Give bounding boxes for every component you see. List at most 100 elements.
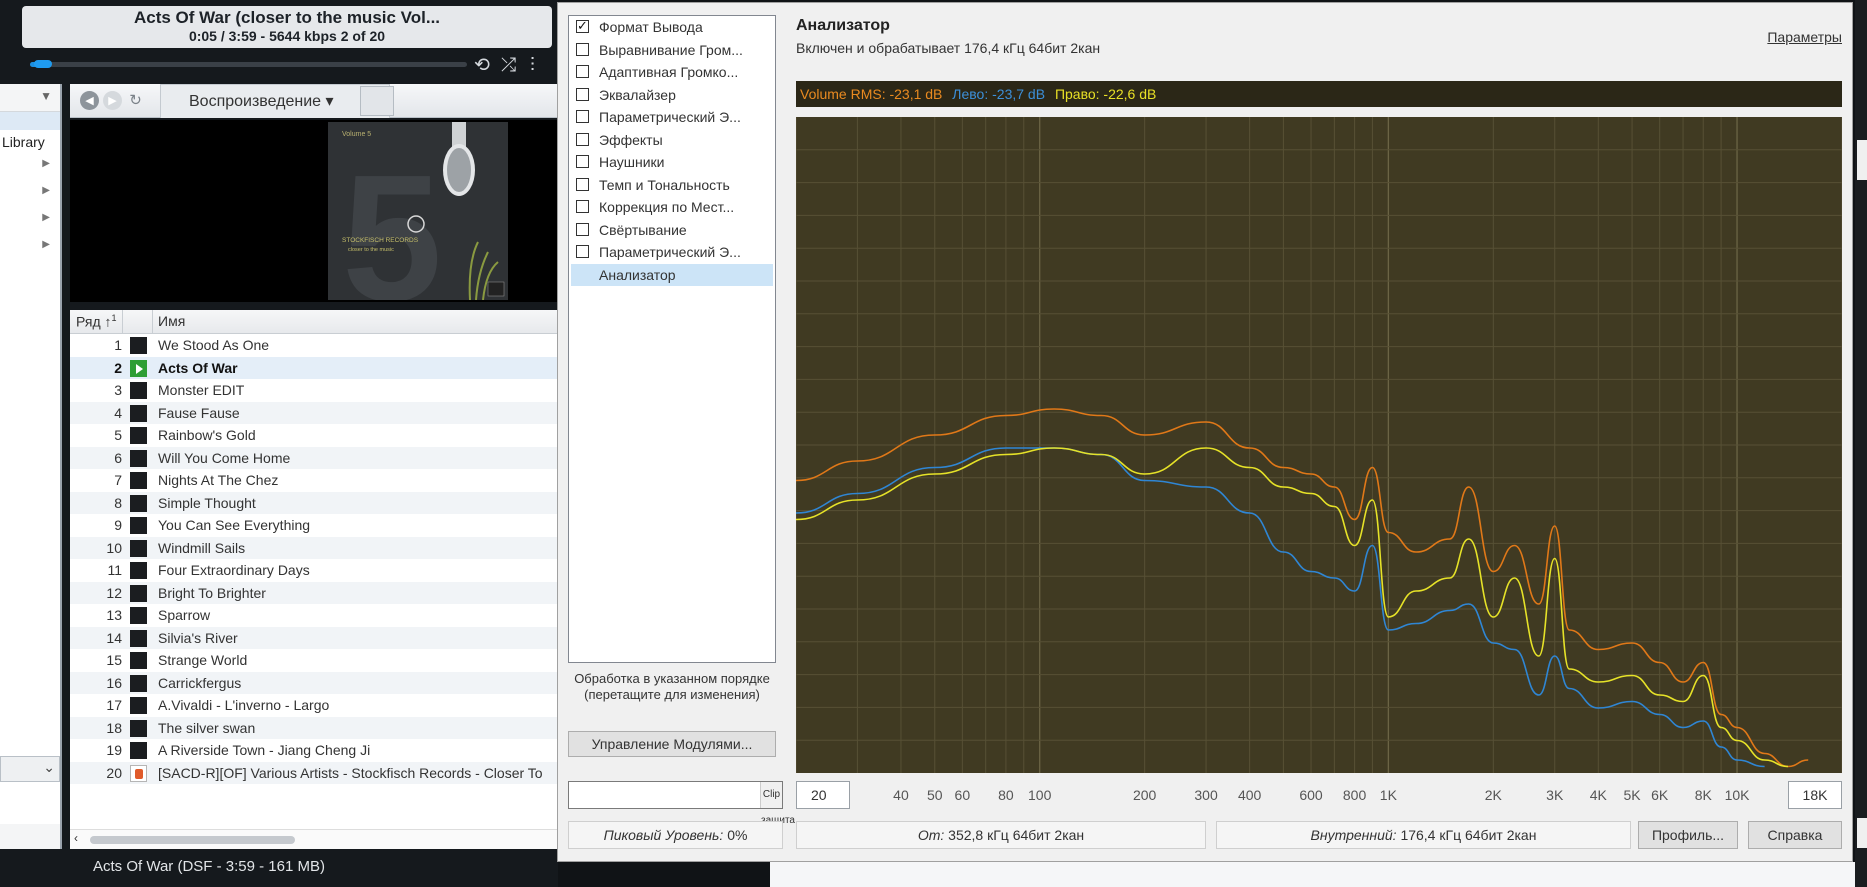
browser-toolbar: ◀ ▶ ↻ Воспроизведение ▾ xyxy=(70,84,558,118)
expand-arrow-icon[interactable]: ▶ xyxy=(0,177,60,204)
profile-button[interactable]: Профиль... xyxy=(1638,821,1738,849)
table-row[interactable]: 1 We Stood As One xyxy=(70,334,558,357)
forward-icon[interactable]: ▶ xyxy=(103,91,122,110)
tree-scrollbar[interactable] xyxy=(0,824,60,849)
table-row[interactable]: 8 Simple Thought xyxy=(70,491,558,514)
table-row[interactable]: 10 Windmill Sails xyxy=(70,536,558,559)
scroll-left-icon[interactable]: ‹ xyxy=(74,831,78,845)
tab-playback[interactable]: Воспроизведение ▾ xyxy=(160,84,390,118)
tree-selected-item[interactable] xyxy=(0,112,60,130)
module-label: Эффекты xyxy=(599,131,663,148)
table-row[interactable]: 3 Monster EDIT xyxy=(70,379,558,402)
expand-arrow-icon[interactable]: ▶ xyxy=(0,204,60,231)
module-checkbox[interactable] xyxy=(576,245,589,258)
module-checkbox[interactable] xyxy=(576,132,589,146)
module-checkbox[interactable] xyxy=(576,16,589,38)
shuffle-icon[interactable]: ⤮ xyxy=(501,54,516,76)
module-checkbox[interactable] xyxy=(576,65,589,78)
clip-select-value: Clip защита xyxy=(760,782,795,826)
dsp-module-item[interactable]: Свёртывание xyxy=(569,219,775,242)
track-name: Four Extraordinary Days xyxy=(158,562,310,578)
playlist-hscrollbar[interactable]: ‹ xyxy=(70,829,558,849)
library-tree: ▼ Library ▶ ▶ ▶ ▶ ⌄ xyxy=(0,84,62,849)
module-label: Коррекция по Мест... xyxy=(599,199,735,215)
track-number: 9 xyxy=(114,517,122,533)
column-header-num[interactable]: Ряд ↑1 xyxy=(76,313,117,330)
cover-label-1: STOCKFISCH RECORDS xyxy=(342,237,419,244)
dsp-module-item[interactable]: Эквалайзер xyxy=(569,84,775,107)
module-checkbox[interactable] xyxy=(576,200,589,213)
expand-arrow-icon[interactable]: ▶ xyxy=(0,150,60,177)
track-thumbnail-icon xyxy=(130,472,147,489)
table-row[interactable]: 19 A Riverside Town - Jiang Cheng Ji xyxy=(70,739,558,762)
dsp-module-item[interactable]: Параметрический Э... xyxy=(569,106,775,129)
table-row[interactable]: 18 The silver swan xyxy=(70,716,558,739)
spectrum-chart xyxy=(796,117,1842,773)
module-checkbox[interactable] xyxy=(576,155,589,168)
table-row[interactable]: 17 A.Vivaldi - L'inverno - Largo xyxy=(70,694,558,717)
expand-arrow-icon[interactable]: ▶ xyxy=(0,231,60,258)
table-row[interactable]: 9 You Can See Everything xyxy=(70,514,558,537)
seek-bar[interactable] xyxy=(30,62,467,67)
freq-max-input[interactable]: 18K xyxy=(1788,781,1842,809)
module-checkbox[interactable] xyxy=(576,110,589,123)
track-thumbnail-icon xyxy=(130,742,147,759)
dsp-module-item-analyzer[interactable]: Анализатор xyxy=(571,263,773,286)
module-checkbox[interactable] xyxy=(576,42,589,56)
tab-blank[interactable] xyxy=(360,86,394,116)
dsp-module-item[interactable]: Формат Вывода xyxy=(569,16,775,39)
track-name: Strange World xyxy=(158,652,248,668)
dsp-module-item[interactable]: Параметрический Э... xyxy=(569,241,775,264)
track-thumbnail-icon xyxy=(130,449,147,467)
column-header-name[interactable]: Имя xyxy=(158,313,185,329)
module-checkbox[interactable] xyxy=(576,222,589,236)
track-name: You Can See Everything xyxy=(158,517,311,533)
module-checkbox[interactable] xyxy=(576,177,589,191)
table-row[interactable]: 6 Will You Come Home xyxy=(70,446,558,469)
cover-big-number: 5 xyxy=(342,138,442,300)
track-thumbnail-icon xyxy=(130,764,147,782)
tree-dropdown[interactable]: ▼ xyxy=(0,84,60,112)
help-button[interactable]: Справка xyxy=(1748,821,1842,849)
table-row[interactable]: 4 Fause Fause xyxy=(70,401,558,424)
parameters-link[interactable]: Параметры xyxy=(1767,29,1842,45)
dsp-module-item[interactable]: Коррекция по Мест... xyxy=(569,196,775,219)
equalizer-icon[interactable]: ⫶ xyxy=(530,54,535,76)
scrollbar-thumb[interactable] xyxy=(90,836,295,844)
track-name: Rainbow's Gold xyxy=(158,427,256,443)
table-row[interactable]: 20 [SACD-R][OF] Various Artists - Stockfi… xyxy=(70,761,558,784)
table-row[interactable]: 7 Nights At The Chez xyxy=(70,469,558,492)
track-thumbnail-icon xyxy=(130,337,147,354)
dsp-module-item[interactable]: Темп и Тональность xyxy=(569,174,775,197)
back-icon[interactable]: ◀ xyxy=(80,91,99,110)
refresh-icon[interactable]: ↻ xyxy=(126,91,145,110)
table-row[interactable]: 15 Strange World xyxy=(70,649,558,672)
table-row[interactable]: 14 Silvia's River xyxy=(70,626,558,649)
tree-bottom-combo[interactable]: ⌄ xyxy=(0,756,60,782)
table-row[interactable]: 5 Rainbow's Gold xyxy=(70,424,558,447)
now-playing-title: Acts Of War (closer to the music Vol... xyxy=(133,8,441,27)
dsp-module-item[interactable]: Адаптивная Громко... xyxy=(569,61,775,84)
clip-protection-select[interactable]: Clip защита xyxy=(568,781,795,826)
table-row[interactable]: 11 Four Extraordinary Days xyxy=(70,559,558,582)
table-row[interactable]: 16 Carrickfergus xyxy=(70,671,558,694)
dsp-module-item[interactable]: Выравнивание Гром... xyxy=(569,39,775,62)
repeat-icon[interactable]: ⟲ xyxy=(474,54,490,76)
table-row[interactable]: 2 Acts Of War xyxy=(70,356,558,379)
cover-volume-label: Volume 5 xyxy=(342,131,371,138)
manage-modules-button[interactable]: Управление Модулями... xyxy=(568,731,776,757)
seek-knob[interactable] xyxy=(34,60,52,68)
module-checkbox[interactable] xyxy=(576,87,589,101)
tree-item-library[interactable]: Library xyxy=(0,134,60,150)
dsp-module-item[interactable]: Наушники xyxy=(569,151,775,174)
peak-level-field: Пиковый Уровень: 0% xyxy=(568,821,783,849)
table-row[interactable]: 13 Sparrow xyxy=(70,604,558,627)
dsp-module-item[interactable]: Эффекты xyxy=(569,129,775,152)
frequency-tick-label: 100 xyxy=(1028,787,1052,803)
table-row[interactable]: 12 Bright To Brighter xyxy=(70,581,558,604)
module-label: Выравнивание Гром... xyxy=(599,41,743,58)
freq-min-input[interactable]: 20 xyxy=(796,781,850,809)
internal-value: 176,4 кГц 64бит 2кан xyxy=(1400,827,1537,843)
track-thumbnail-icon xyxy=(130,674,147,692)
now-playing-display[interactable]: Acts Of War (closer to the music Vol... … xyxy=(22,6,552,48)
